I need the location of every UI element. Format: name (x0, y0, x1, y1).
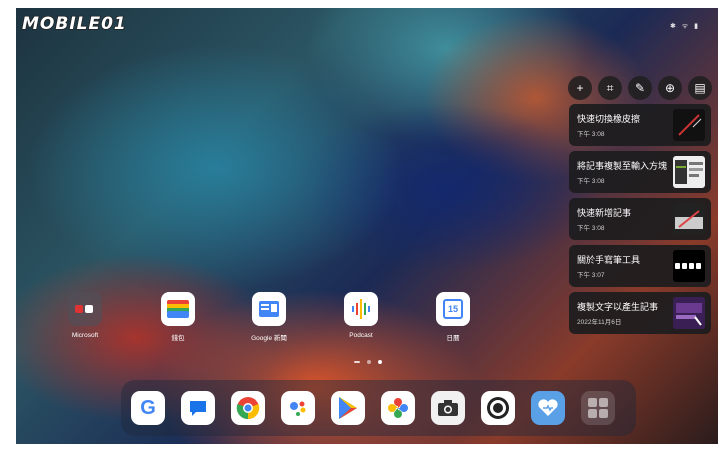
calendar-icon: 15 (436, 292, 470, 326)
podcast-icon (344, 292, 378, 326)
screenshot-thumbnail-icon (675, 160, 703, 184)
crop-icon[interactable]: ⌗ (598, 76, 622, 100)
page-dot (367, 360, 371, 364)
mobile01-watermark-logo: MOBILE01 (21, 12, 127, 36)
microsoft-folder-icon (68, 292, 102, 326)
status-bar-icons: ✱ ᯤ ▮ (670, 23, 700, 30)
note-thumbnail (673, 156, 705, 188)
settings-icon[interactable] (481, 391, 515, 425)
assistant-icon[interactable] (281, 391, 315, 425)
note-time: 下午 3:08 (577, 225, 605, 232)
app-calendar[interactable]: 15 日曆 (418, 292, 488, 342)
note-thumbnail (673, 109, 705, 141)
note-time: 下午 3:07 (577, 272, 605, 279)
play-store-icon[interactable] (331, 391, 365, 425)
clipboard-icon[interactable]: ▤ (688, 76, 712, 100)
stylus-toolbar: + ⌗ ✎ ⊕ ▤ (568, 76, 712, 102)
note-card[interactable]: 將記事複製至輸入方塊 下午 3:08 (569, 151, 711, 193)
notes-panel: 快速切換橡皮擦 下午 3:08 將記事複製至輸入方塊 下午 3:08 快速新增記… (569, 104, 711, 339)
tools-thumbnail-icon (675, 263, 701, 269)
wallet-icon (161, 292, 195, 326)
app-microsoft[interactable]: Microsoft (50, 292, 120, 339)
page-menu-indicator (354, 361, 360, 363)
camera-icon[interactable] (431, 391, 465, 425)
app-label: Microsoft (71, 332, 99, 339)
chrome-icon[interactable] (231, 391, 265, 425)
health-icon[interactable] (531, 391, 565, 425)
app-label: Google 新聞 (251, 335, 287, 342)
pen-icon[interactable]: ✎ (628, 76, 652, 100)
note-time: 2022年11月6日 (577, 319, 622, 326)
google-news-icon (252, 292, 286, 326)
stylus-thumbnail-icon (675, 210, 703, 229)
app-dock: G (121, 380, 636, 436)
note-title: 關於手寫筆工具 (577, 255, 641, 265)
app-label: 錢包 (171, 335, 185, 342)
tablet-home-screen: MOBILE01 ✱ ᯤ ▮ + ⌗ ✎ ⊕ ▤ 快速切換橡皮擦 下午 3:08… (16, 8, 718, 444)
page-indicator[interactable] (354, 360, 382, 364)
app-label: Podcast (349, 332, 373, 339)
note-title: 將記事複製至輸入方塊 (577, 161, 668, 171)
eraser-sketch-icon (678, 114, 702, 136)
text-capture-thumbnail-icon (676, 303, 702, 326)
app-podcast[interactable]: Podcast (326, 292, 396, 339)
page-dot-active (378, 360, 382, 364)
logo-text: MOBILE01 (21, 13, 127, 35)
note-thumbnail (673, 203, 705, 235)
photos-icon[interactable] (381, 391, 415, 425)
app-label: 日曆 (446, 335, 460, 342)
note-card[interactable]: 關於手寫筆工具 下午 3:07 (569, 245, 711, 287)
note-card[interactable]: 複製文字以產生記事 2022年11月6日 (569, 292, 711, 334)
google-icon[interactable]: G (131, 391, 165, 425)
app-google-news[interactable]: Google 新聞 (234, 292, 304, 342)
note-time: 下午 3:08 (577, 131, 605, 138)
note-title: 複製文字以產生記事 (577, 302, 659, 312)
note-time: 下午 3:08 (577, 178, 605, 185)
app-drawer-icon[interactable] (581, 391, 615, 425)
note-thumbnail (673, 250, 705, 282)
messages-icon[interactable] (181, 391, 215, 425)
add-icon[interactable]: + (568, 76, 592, 100)
note-card[interactable]: 快速切換橡皮擦 下午 3:08 (569, 104, 711, 146)
zoom-icon[interactable]: ⊕ (658, 76, 682, 100)
note-title: 快速新增記事 (577, 208, 632, 218)
note-title: 快速切換橡皮擦 (577, 114, 641, 124)
note-thumbnail (673, 297, 705, 329)
note-card[interactable]: 快速新增記事 下午 3:08 (569, 198, 711, 240)
app-wallet[interactable]: 錢包 (143, 292, 213, 342)
